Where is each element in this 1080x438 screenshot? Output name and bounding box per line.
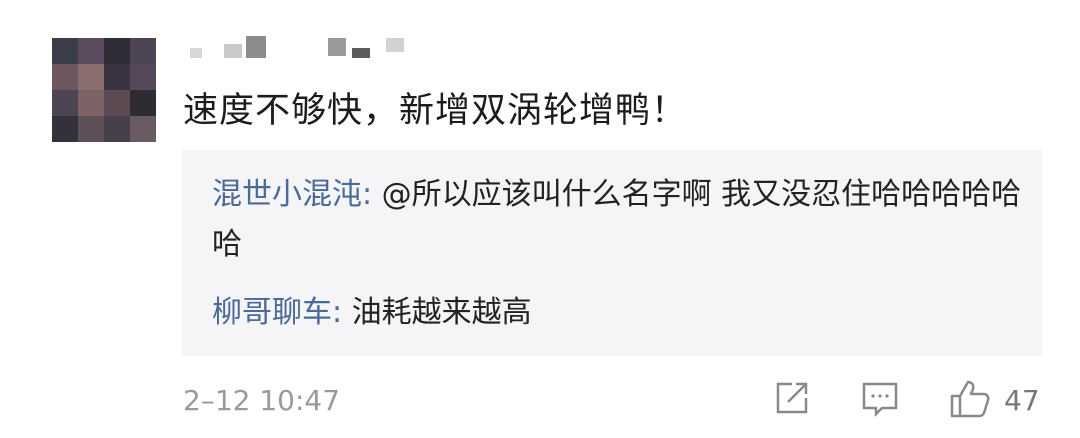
username-redacted[interactable] xyxy=(188,36,428,60)
comment-icon[interactable] xyxy=(860,378,900,422)
share-icon[interactable] xyxy=(772,378,812,422)
comment-text: 速度不够快，新增双涡轮增鸭！ xyxy=(183,91,688,131)
reply-box: 混世小混沌: @所以应该叫什么名字啊 我又没忍住哈哈哈哈哈哈 柳哥聊车: 油耗越… xyxy=(182,150,1042,356)
timestamp: 2–12 10:47 xyxy=(183,384,341,417)
thumbs-up-icon[interactable] xyxy=(948,378,992,424)
reply-author[interactable]: 混世小混沌: xyxy=(212,177,372,212)
reply-item[interactable]: 柳哥聊车: 油耗越来越高 xyxy=(212,288,532,338)
reply-item[interactable]: 混世小混沌: @所以应该叫什么名字啊 我又没忍住哈哈哈哈哈哈 xyxy=(212,170,1022,270)
like-count: 47 xyxy=(1004,384,1040,417)
reply-author[interactable]: 柳哥聊车: xyxy=(212,295,342,330)
reply-text: 油耗越来越高 xyxy=(342,295,532,330)
avatar[interactable] xyxy=(52,38,156,142)
